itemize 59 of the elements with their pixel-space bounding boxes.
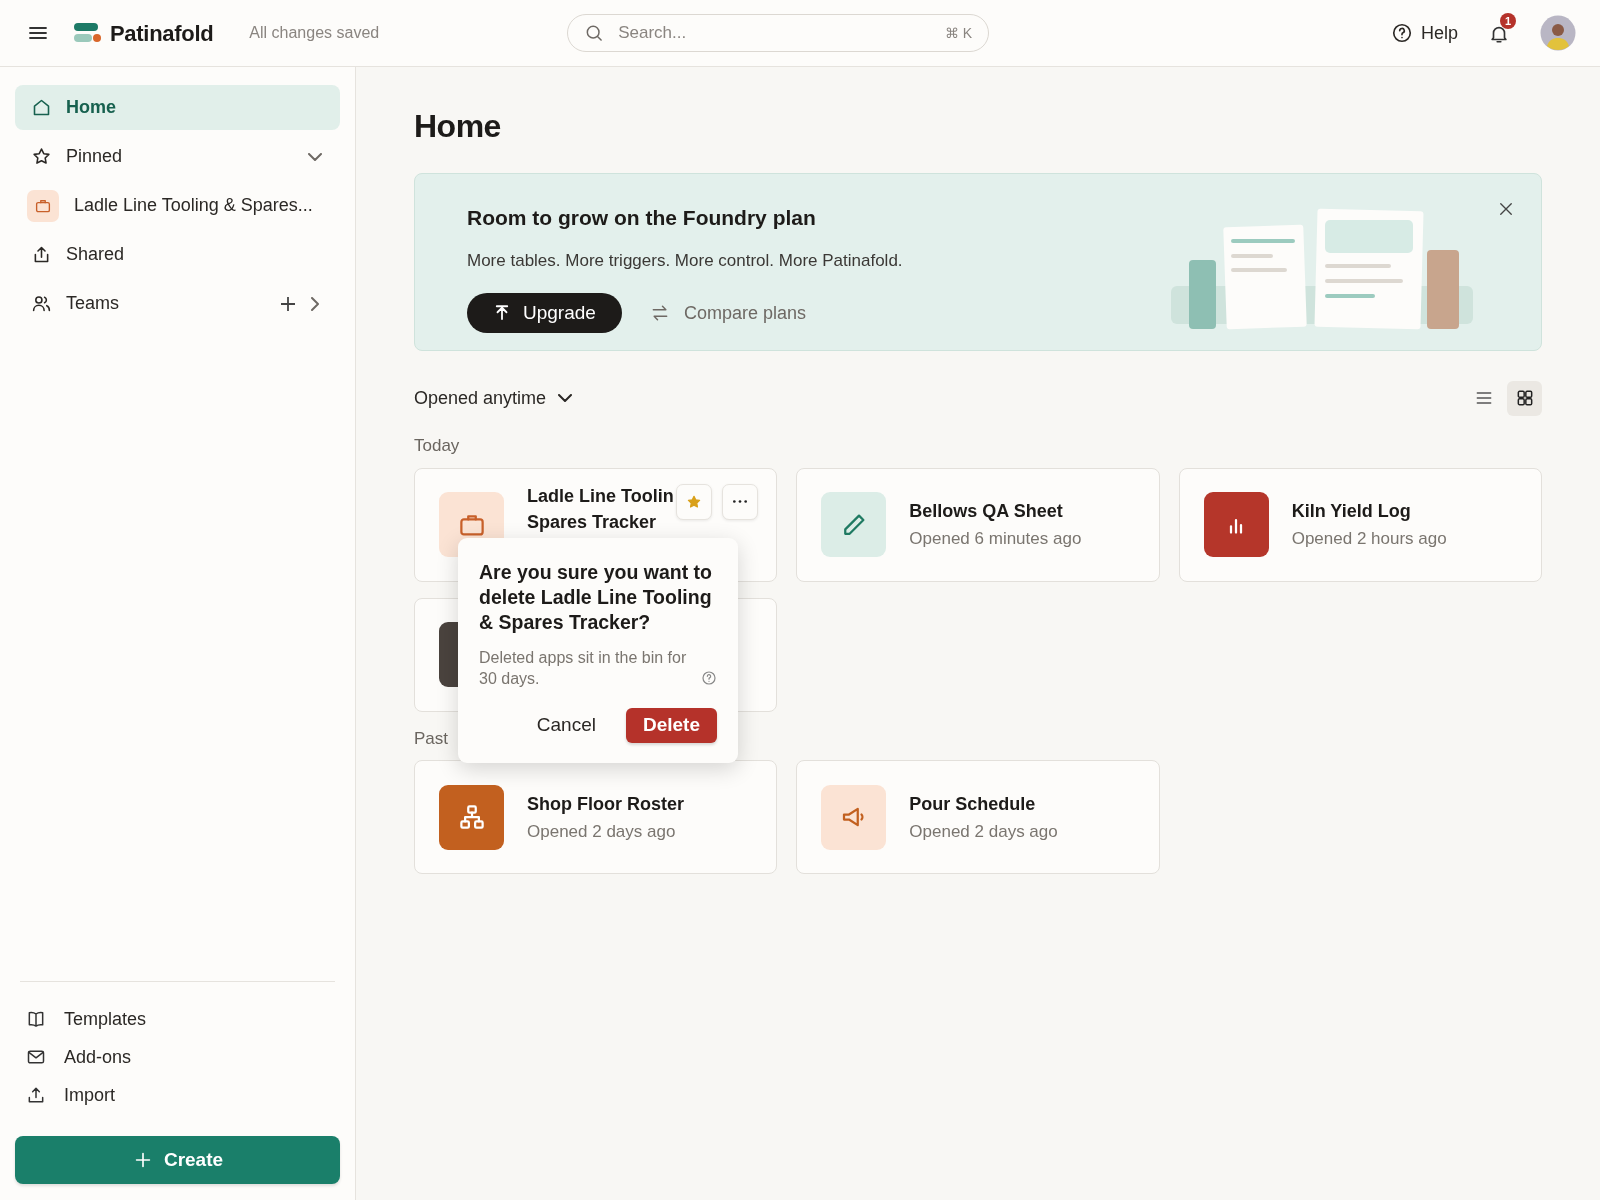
people-icon	[31, 293, 52, 314]
app-card[interactable]: Kiln Yield Log Opened 2 hours ago	[1178, 467, 1542, 582]
help-icon	[1390, 22, 1413, 44]
popover-text: Deleted apps sit in the bin for 30 days.	[479, 647, 688, 689]
section-label: Today	[414, 436, 460, 456]
app-card[interactable]: Pour Schedule Opened 2 days ago	[796, 760, 1160, 875]
upload-icon	[26, 1085, 46, 1105]
card-title: Pour Schedule	[909, 792, 1037, 816]
search-icon	[584, 23, 605, 43]
compare-plans-button[interactable]: Compare plans	[643, 298, 812, 328]
star-icon	[31, 146, 52, 167]
card-title: Shop Floor Roster	[527, 792, 684, 816]
grid-view-toggle[interactable]	[1507, 380, 1542, 416]
star-button[interactable]	[676, 483, 713, 520]
banner-text: More tables. More triggers. More control. More Patinafold.	[467, 249, 903, 272]
envelope-icon	[26, 1047, 46, 1067]
card-subtitle: Opened 6 minutes ago	[909, 528, 1082, 551]
section-label: Past	[414, 728, 449, 748]
card-subtitle: Opened 2 days ago	[527, 820, 677, 843]
sidebar-item[interactable]: Pinned	[15, 134, 340, 179]
book-icon	[26, 1009, 46, 1029]
filter-dropdown[interactable]: Opened anytime	[414, 384, 573, 412]
app-name: Patinafold	[110, 19, 214, 48]
sidebar-link[interactable]: Import	[64, 1081, 115, 1109]
search-field[interactable]: Search...	[616, 19, 945, 47]
more-icon	[733, 500, 748, 504]
sidebar-link[interactable]: Add-ons	[64, 1043, 132, 1071]
help-button[interactable]: Help	[1390, 19, 1458, 47]
upload-icon	[493, 304, 511, 323]
plus-icon	[281, 296, 295, 311]
card-title: Spares Tracker	[527, 510, 658, 534]
shortcut-hint: ⌘ K	[944, 23, 973, 43]
app-card[interactable]: Bellows QA Sheet Opened 6 minutes ago	[796, 467, 1160, 582]
sidebar-item[interactable]: Ladle Line Tooling & Spares...	[15, 183, 340, 228]
logo-icon	[74, 22, 102, 44]
save-status: All changes saved	[249, 23, 380, 43]
banner-title: Room to grow on the Foundry plan	[467, 205, 817, 232]
home-icon	[31, 97, 52, 118]
avatar[interactable]	[1540, 15, 1576, 51]
chevron-right-icon	[311, 296, 319, 311]
cancel-button[interactable]: Cancel	[522, 704, 610, 746]
delete-button[interactable]: Delete	[625, 707, 717, 743]
create-button[interactable]: Create	[15, 1136, 340, 1184]
card-title: Ladle Line Toolin	[527, 484, 674, 508]
card-subtitle: Opened 2 days ago	[909, 820, 1058, 843]
sidebar-item[interactable]: Shared	[15, 232, 340, 277]
sidebar-item[interactable]: Teams	[15, 281, 340, 326]
chevron-down-icon	[558, 394, 573, 403]
sidebar-link[interactable]: Templates	[64, 1005, 147, 1033]
card-subtitle: Opened 2 hours ago	[1291, 528, 1447, 551]
search-box[interactable]: Search... ⌘ K	[567, 14, 990, 52]
card-title: Bellows QA Sheet	[909, 500, 1064, 524]
sidebar-item[interactable]: Home	[15, 85, 340, 130]
page-title: Home	[414, 107, 502, 146]
upgrade-button[interactable]: Upgrade	[467, 293, 622, 334]
notification-badge: 1	[1500, 13, 1516, 29]
card-title: Kiln Yield Log	[1291, 500, 1412, 524]
help-icon	[701, 669, 717, 686]
app-card[interactable]: Shop Floor Roster Opened 2 days ago	[414, 760, 778, 875]
